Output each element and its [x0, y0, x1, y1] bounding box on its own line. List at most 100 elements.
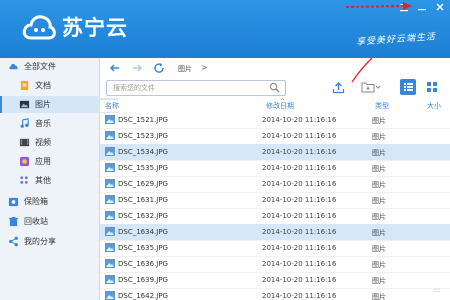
- breadcrumb-images[interactable]: 图片: [178, 64, 192, 74]
- cloud-icon: [9, 63, 18, 70]
- table-row[interactable]: DSC_1639.JPG 2014-10-20 11:16:16 图片: [100, 272, 450, 289]
- column-header-date[interactable]: 修改日期: [266, 101, 294, 111]
- file-name: DSC_1521.JPG: [118, 116, 168, 124]
- file-date: 2014-10-20 11:16:16: [262, 228, 337, 236]
- sidebar-item-label: 视频: [35, 138, 51, 147]
- app-slogan: 享受美好云端生活: [355, 32, 437, 48]
- file-date: 2014-10-20 11:16:16: [262, 164, 337, 172]
- file-name: DSC_1642.JPG: [118, 292, 168, 300]
- chevron-down-icon: [375, 85, 381, 89]
- new-folder-icon: [361, 82, 375, 93]
- menu-icon[interactable]: [398, 2, 410, 14]
- grid-view-button[interactable]: [424, 79, 440, 95]
- file-date: 2014-10-20 11:16:16: [262, 244, 337, 252]
- column-header-name[interactable]: 名称: [105, 101, 119, 111]
- table-row[interactable]: DSC_1635.JPG 2014-10-20 11:16:16 图片: [100, 240, 450, 257]
- table-row[interactable]: DSC_1523.JPG 2014-10-20 11:16:16 图片: [100, 128, 450, 145]
- file-date: 2014-10-20 11:16:16: [262, 148, 337, 156]
- sidebar-item-all-files[interactable]: 全部文件: [0, 58, 107, 75]
- image-file-icon: [105, 275, 115, 284]
- file-name: DSC_1631.JPG: [118, 196, 168, 204]
- image-file-icon: [105, 243, 115, 252]
- new-folder-button[interactable]: [358, 80, 384, 94]
- table-row[interactable]: DSC_1534.JPG 2014-10-20 11:16:16 图片: [100, 144, 450, 161]
- file-date: 2014-10-20 11:16:16: [262, 196, 337, 204]
- close-icon[interactable]: [434, 2, 446, 14]
- file-type: 图片: [372, 293, 386, 300]
- app-brand: 苏宁云: [62, 16, 128, 40]
- file-date: 2014-10-20 11:16:16: [262, 260, 337, 268]
- resize-grip-icon[interactable]: :::: [434, 287, 444, 297]
- list-view-button[interactable]: [400, 79, 416, 95]
- upload-button[interactable]: [330, 80, 346, 94]
- sidebar-item-label: 音乐: [35, 119, 51, 128]
- file-type: 图片: [372, 181, 386, 189]
- column-header-type[interactable]: 类型: [375, 101, 389, 111]
- file-date: 2014-10-20 11:16:16: [262, 116, 337, 124]
- table-row[interactable]: DSC_1636.JPG 2014-10-20 11:16:16 图片: [100, 256, 450, 273]
- trash-icon: [8, 216, 19, 227]
- sidebar-item-label: 文档: [35, 81, 51, 90]
- file-date: 2014-10-20 11:16:16: [262, 180, 337, 188]
- sidebar-item-safe[interactable]: 保险箱: [0, 193, 107, 210]
- image-file-icon: [105, 195, 115, 204]
- sidebar-item-label: 回收站: [24, 217, 48, 226]
- file-name: DSC_1534.JPG: [118, 148, 168, 156]
- app-icon: [19, 156, 30, 167]
- file-date: 2014-10-20 11:16:16: [262, 132, 337, 140]
- image-file-icon: [105, 163, 115, 172]
- file-type: 图片: [372, 197, 386, 205]
- file-name: DSC_1632.JPG: [118, 212, 168, 220]
- image-file-icon: [105, 131, 115, 140]
- minimize-icon[interactable]: [416, 2, 428, 14]
- file-type: 图片: [372, 213, 386, 221]
- music-icon: [20, 118, 29, 128]
- sidebar-item-label: 其他: [35, 176, 51, 185]
- sidebar-item-label: 保险箱: [24, 197, 48, 206]
- search-box[interactable]: 搜索您的文件: [106, 80, 286, 96]
- sidebar-item-label: 全部文件: [24, 62, 56, 71]
- safe-icon: [8, 197, 19, 207]
- search-input[interactable]: 搜索您的文件: [113, 83, 155, 93]
- file-type: 图片: [372, 149, 386, 157]
- file-type: 图片: [372, 117, 386, 125]
- table-row[interactable]: DSC_1535.JPG 2014-10-20 11:16:16 图片: [100, 160, 450, 177]
- file-type: 图片: [372, 165, 386, 173]
- file-date: 2014-10-20 11:16:16: [262, 292, 337, 300]
- column-header-size[interactable]: 大小: [427, 101, 441, 111]
- image-file-icon: [105, 227, 115, 236]
- back-arrow-icon[interactable]: [108, 62, 122, 76]
- file-type: 图片: [372, 261, 386, 269]
- list-view-icon: [404, 83, 413, 91]
- file-name: DSC_1523.JPG: [118, 132, 168, 140]
- file-name: DSC_1535.JPG: [118, 164, 168, 172]
- file-list: DSC_1521.JPG 2014-10-20 11:16:16 图片 DSC_…: [100, 112, 450, 300]
- sidebar-item-trash[interactable]: 回收站: [0, 213, 107, 230]
- breadcrumb-separator: >: [201, 63, 208, 72]
- table-row[interactable]: DSC_1642.JPG 2014-10-20 11:16:16 图片: [100, 288, 450, 300]
- file-name: DSC_1636.JPG: [118, 260, 168, 268]
- app-header: 苏宁云 享受美好云端生活: [0, 0, 450, 58]
- sidebar-item-my-shares[interactable]: 我的分享: [0, 233, 107, 250]
- forward-arrow-icon[interactable]: [130, 62, 144, 76]
- file-date: 2014-10-20 11:16:16: [262, 212, 337, 220]
- table-row[interactable]: DSC_1629.JPG 2014-10-20 11:16:16 图片: [100, 176, 450, 193]
- table-row[interactable]: DSC_1632.JPG 2014-10-20 11:16:16 图片: [100, 208, 450, 225]
- search-icon[interactable]: [269, 82, 280, 93]
- window-controls: [398, 2, 446, 14]
- grid-view-icon: [427, 82, 437, 92]
- file-name: DSC_1634.JPG: [118, 228, 168, 236]
- sidebar: 全部文件 文档 图片 音乐 视频 应用 其他 保险箱 回收站 我的分享: [0, 58, 118, 300]
- file-name: DSC_1635.JPG: [118, 244, 168, 252]
- other-icon: [20, 176, 28, 184]
- sidebar-item-label: 我的分享: [24, 237, 56, 246]
- file-name: DSC_1629.JPG: [118, 180, 168, 188]
- table-row[interactable]: DSC_1521.JPG 2014-10-20 11:16:16 图片: [100, 112, 450, 129]
- table-row[interactable]: DSC_1631.JPG 2014-10-20 11:16:16 图片: [100, 192, 450, 209]
- image-file-icon: [105, 179, 115, 188]
- toolbar: 图片 > 搜索您的文件: [100, 58, 450, 98]
- sidebar-item-label: 应用: [35, 157, 51, 166]
- table-row[interactable]: DSC_1634.JPG 2014-10-20 11:16:16 图片: [100, 224, 450, 241]
- refresh-icon[interactable]: [152, 62, 166, 76]
- document-icon: [20, 80, 29, 91]
